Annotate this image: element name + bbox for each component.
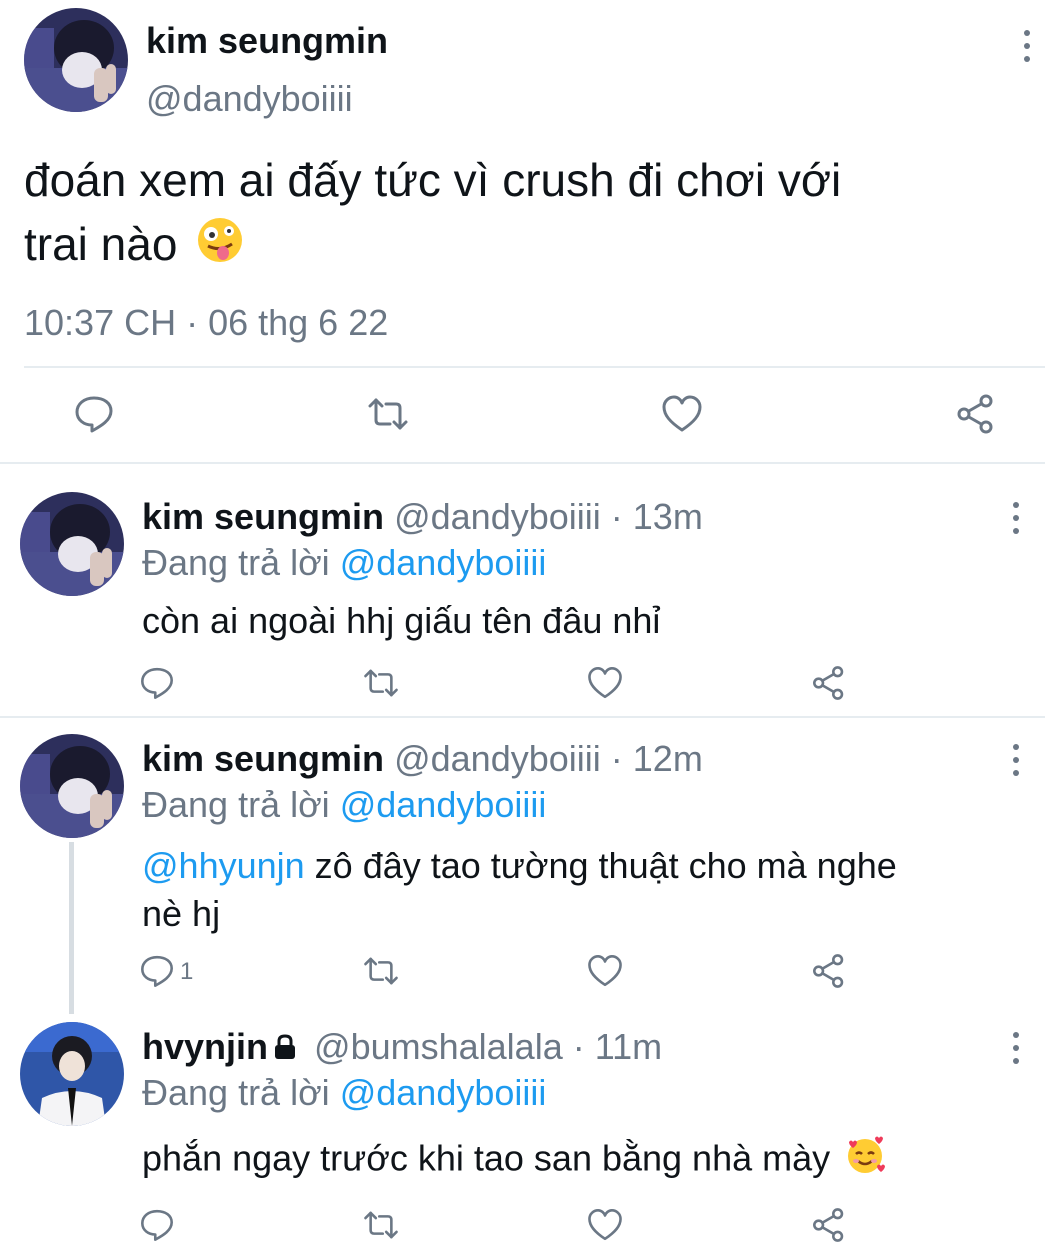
reply-text-line-1: @hhyunjn zô đây tao tường thuật cho mà n… — [142, 842, 1022, 890]
tweet-text-line-2: trai nào — [24, 212, 1024, 280]
avatar[interactable] — [20, 492, 124, 596]
retweet-icon[interactable] — [366, 392, 410, 436]
like-icon[interactable] — [586, 1206, 624, 1244]
reply-icon[interactable] — [72, 392, 116, 436]
user-handle[interactable]: @dandyboiiii — [394, 496, 601, 537]
reply-icon[interactable] — [138, 664, 176, 702]
lock-icon — [272, 1028, 298, 1070]
more-options-icon[interactable] — [1006, 498, 1026, 538]
display-name[interactable]: kim seungmin — [142, 738, 384, 779]
more-options-icon[interactable] — [1006, 740, 1026, 780]
reply-count: 1 — [180, 958, 194, 985]
reply-icon[interactable] — [138, 1206, 176, 1244]
user-handle[interactable]: @dandyboiiii — [146, 78, 353, 120]
reply-text-body: zô đây tao tường thuật cho mà nghe — [314, 845, 897, 886]
reply-text: @hhyunjn zô đây tao tường thuật cho mà n… — [142, 842, 1022, 938]
reply-time[interactable]: 11m — [595, 1026, 662, 1067]
reply-icon[interactable] — [138, 952, 176, 990]
share-icon[interactable] — [810, 952, 848, 990]
separator-dot: · — [610, 738, 623, 779]
reply-header: kim seungmin @dandyboiiii · 13m — [142, 496, 703, 538]
divider — [24, 366, 1045, 368]
tweet-text-line-1: đoán xem ai đấy tức vì crush đi chơi với — [24, 154, 842, 206]
zany-face-emoji — [196, 216, 244, 280]
retweet-icon[interactable] — [362, 664, 400, 702]
retweet-icon[interactable] — [362, 1206, 400, 1244]
reply-text: phắn ngay trước khi tao san bằng nhà mày — [142, 1134, 886, 1188]
display-name[interactable]: kim seungmin — [142, 496, 384, 537]
separator-dot: · — [572, 1026, 585, 1067]
reply-text: còn ai ngoài hhj giấu tên đâu nhỉ — [142, 600, 661, 641]
like-icon[interactable] — [586, 952, 624, 990]
divider — [0, 462, 1045, 464]
more-options-icon[interactable] — [1017, 26, 1037, 66]
replying-to: Đang trả lời @dandyboiiii — [142, 542, 546, 584]
reply-header: hvynjin @bumshalalala · 11m — [142, 1026, 662, 1070]
divider — [0, 716, 1045, 718]
mention-link[interactable]: @hhyunjn — [142, 845, 305, 886]
tweet-text-line-2-words: trai nào — [24, 218, 178, 270]
more-options-icon[interactable] — [1006, 1028, 1026, 1068]
avatar[interactable] — [20, 1022, 124, 1126]
user-handle[interactable]: @bumshalalala — [314, 1026, 563, 1067]
replying-to-mention[interactable]: @dandyboiiii — [340, 784, 547, 825]
replying-to: Đang trả lời @dandyboiiii — [142, 1072, 546, 1114]
replying-to-label: Đang trả lời — [142, 542, 330, 583]
smiling-face-with-hearts-emoji — [844, 1134, 886, 1188]
reply-text-body: phắn ngay trước khi tao san bằng nhà mày — [142, 1137, 831, 1179]
user-handle[interactable]: @dandyboiiii — [394, 738, 601, 779]
share-icon[interactable] — [810, 1206, 848, 1244]
reply-time[interactable]: 12m — [633, 738, 703, 779]
replying-to-mention[interactable]: @dandyboiiii — [340, 542, 547, 583]
replying-to-label: Đang trả lời — [142, 784, 330, 825]
retweet-icon[interactable] — [362, 952, 400, 990]
avatar[interactable] — [24, 8, 128, 112]
replying-to-mention[interactable]: @dandyboiiii — [340, 1072, 547, 1113]
tweet-timestamp[interactable]: 10:37 CH · 06 thg 6 22 — [24, 302, 388, 344]
display-name[interactable]: kim seungmin — [146, 20, 388, 62]
replying-to-label: Đang trả lời — [142, 1072, 330, 1113]
tweet-text: đoán xem ai đấy tức vì crush đi chơi với… — [24, 148, 1024, 280]
display-name[interactable]: hvynjin — [142, 1026, 268, 1067]
reply-text-line-2: nè hj — [142, 893, 221, 934]
reply-time[interactable]: 13m — [633, 496, 703, 537]
reply-header: kim seungmin @dandyboiiii · 12m — [142, 738, 703, 780]
separator-dot: · — [610, 496, 623, 537]
like-icon[interactable] — [586, 664, 624, 702]
share-icon[interactable] — [954, 392, 998, 436]
like-icon[interactable] — [660, 392, 704, 436]
thread-line — [69, 842, 74, 1014]
replying-to: Đang trả lời @dandyboiiii — [142, 784, 546, 826]
avatar[interactable] — [20, 734, 124, 838]
share-icon[interactable] — [810, 664, 848, 702]
